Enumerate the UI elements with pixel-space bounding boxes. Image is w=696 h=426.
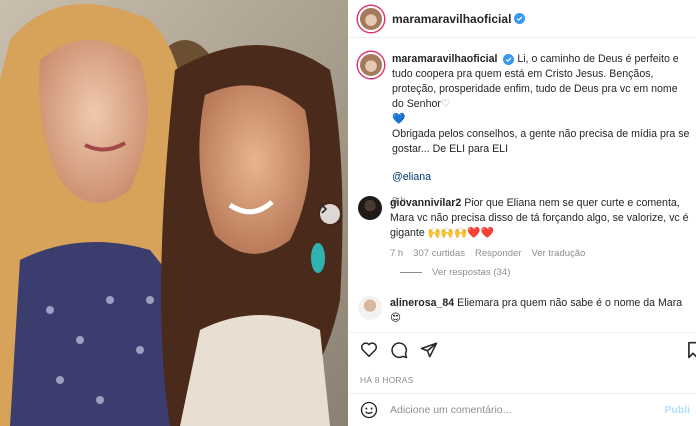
post-photo[interactable] xyxy=(0,0,348,426)
comment-avatar[interactable] xyxy=(358,196,382,220)
post-actions: HÁ 8 HORAS xyxy=(348,332,696,392)
post-details-panel: maramaravilhaoficial maramaravilhaoficia… xyxy=(348,0,696,426)
caption-avatar[interactable] xyxy=(358,52,384,78)
comment-likes[interactable]: 307 curtidas xyxy=(413,246,465,261)
heart-icon[interactable] xyxy=(360,341,378,358)
caption-text-part2: Obrigada pelos conselhos, a gente não pr… xyxy=(392,128,690,155)
comment-item: alinerosa_84 Eliemara pra quem não sabe … xyxy=(358,296,690,326)
caption-text: maramaravilhaoficial Li, o caminho de De… xyxy=(392,52,690,209)
comment-time[interactable]: 7 h xyxy=(390,246,403,261)
emoji-icon[interactable] xyxy=(360,401,378,419)
save-bookmark-icon[interactable] xyxy=(686,341,696,359)
verified-badge-icon xyxy=(514,13,526,24)
avatar[interactable] xyxy=(358,5,384,32)
view-replies-label: Ver respostas (34) xyxy=(432,267,511,278)
divider xyxy=(400,272,422,273)
caption-heart-blue: 💙 xyxy=(392,113,406,125)
comment-username[interactable]: alinerosa_84 xyxy=(390,297,454,309)
comment-reply-button[interactable]: Responder xyxy=(475,246,521,261)
caption-username[interactable]: maramaravilhaoficial xyxy=(392,53,497,65)
caption-heart-outline: ♡ xyxy=(440,98,451,110)
comment-item: giovannivilar2 Pior que Eliana nem se qu… xyxy=(358,196,690,261)
post-time[interactable]: HÁ 8 HORAS xyxy=(360,375,414,385)
carousel-next-button[interactable] xyxy=(320,204,340,224)
header-username[interactable]: maramaravilhaoficial xyxy=(392,12,511,26)
comment-avatar[interactable] xyxy=(358,296,382,320)
publish-button[interactable]: Publi xyxy=(664,404,690,416)
post-caption: maramaravilhaoficial Li, o caminho de De… xyxy=(358,52,690,209)
caption-mention-link[interactable]: @eliana xyxy=(392,170,690,185)
view-replies-button[interactable]: Ver respostas (34) xyxy=(400,267,510,278)
comment-icon[interactable] xyxy=(390,341,408,359)
verified-badge-icon xyxy=(503,54,515,65)
comment-input[interactable]: Adicione um comentário... xyxy=(390,404,511,416)
comment-translate-button[interactable]: Ver tradução xyxy=(531,246,585,261)
post-header: maramaravilhaoficial xyxy=(348,0,696,38)
add-comment-bar: Adicione um comentário... Publi xyxy=(348,393,696,426)
photo-illustration xyxy=(0,0,348,426)
chevron-right-icon xyxy=(321,204,328,214)
comment-username[interactable]: giovannivilar2 xyxy=(390,197,461,209)
share-icon[interactable] xyxy=(420,341,438,359)
comment-meta: 7 h 307 curtidas Responder Ver tradução xyxy=(390,246,690,261)
